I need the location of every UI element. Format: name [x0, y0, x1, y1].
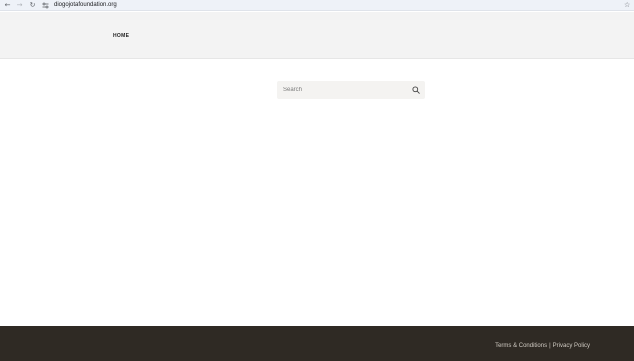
forward-arrow-icon[interactable]: →: [15, 1, 24, 10]
site-header: HOME: [0, 12, 634, 59]
back-arrow-icon[interactable]: ←: [3, 1, 12, 10]
tune-icon: [42, 2, 49, 9]
site-info-icon[interactable]: [42, 2, 49, 9]
bookmark-star-icon[interactable]: ☆: [624, 1, 632, 10]
site-footer: Terms & Conditions | Privacy Policy: [0, 326, 634, 361]
search-form: [277, 81, 425, 99]
footer-separator: |: [549, 343, 551, 349]
terms-link[interactable]: Terms & Conditions: [495, 343, 547, 349]
footer-links: Terms & Conditions | Privacy Policy: [495, 342, 590, 350]
browser-toolbar: ← → ↻ diogojotafoundation.org ☆: [0, 0, 634, 11]
privacy-link[interactable]: Privacy Policy: [553, 343, 590, 349]
reload-icon[interactable]: ↻: [28, 1, 37, 10]
search-input[interactable]: [283, 84, 407, 96]
address-bar-url[interactable]: diogojotafoundation.org: [54, 1, 117, 10]
nav-link-home[interactable]: HOME: [113, 33, 129, 40]
search-icon: [412, 86, 420, 94]
search-button[interactable]: [411, 85, 421, 95]
